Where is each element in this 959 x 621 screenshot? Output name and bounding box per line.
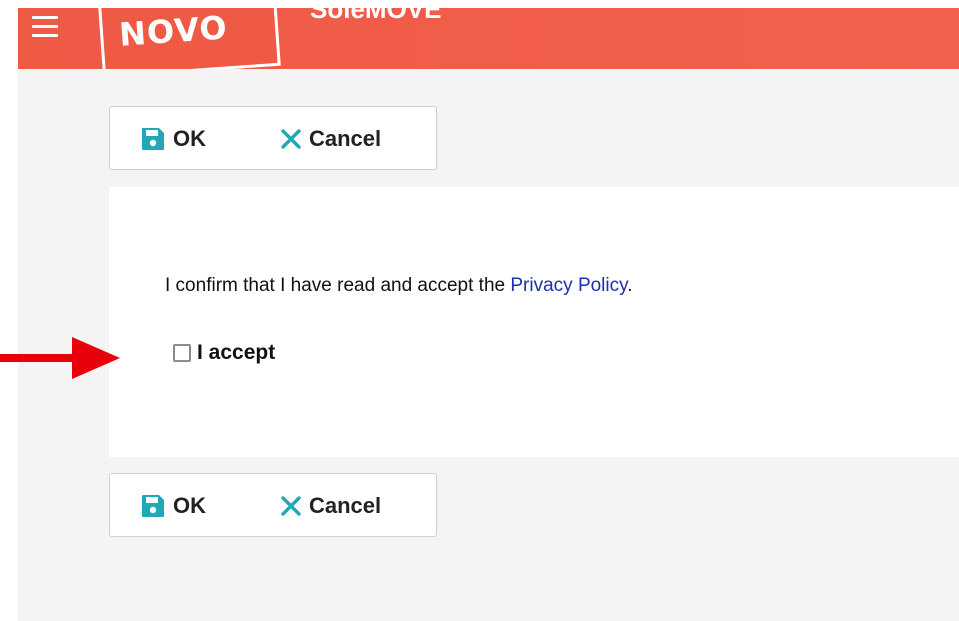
ok-label: OK	[173, 493, 206, 518]
close-icon	[281, 129, 301, 149]
menu-icon[interactable]	[32, 16, 58, 37]
ok-label: OK	[173, 126, 206, 151]
confirm-text-after: .	[627, 275, 633, 296]
accept-checkbox[interactable]	[173, 344, 191, 362]
ok-button[interactable]: OK	[140, 121, 206, 157]
logo[interactable]: NOVO	[97, 8, 281, 69]
confirm-text: I confirm that I have read and accept th…	[165, 275, 633, 297]
ok-button-bottom[interactable]: OK	[140, 488, 206, 524]
cancel-label: Cancel	[309, 493, 382, 518]
toolbar-top: OK Cancel	[109, 106, 437, 170]
toolbar-bottom: OK Cancel	[109, 473, 437, 537]
close-icon	[281, 496, 301, 516]
accept-checkbox-row[interactable]: I accept	[173, 341, 275, 365]
save-icon	[142, 495, 164, 517]
cancel-button[interactable]: Cancel	[280, 121, 381, 157]
app-header: NOVO SoleMOVE	[18, 8, 959, 69]
save-icon	[142, 128, 164, 150]
confirm-text-before: I confirm that I have read and accept th…	[165, 275, 511, 296]
cancel-button-bottom[interactable]: Cancel	[280, 488, 381, 524]
cancel-label: Cancel	[309, 126, 382, 151]
logo-text: NOVO	[117, 8, 229, 54]
accept-label: I accept	[197, 341, 276, 364]
app-name: SoleMOVE	[310, 8, 442, 24]
consent-panel: I confirm that I have read and accept th…	[109, 187, 959, 457]
privacy-policy-link[interactable]: Privacy Policy	[510, 275, 627, 296]
red-arrow-icon	[0, 337, 120, 379]
